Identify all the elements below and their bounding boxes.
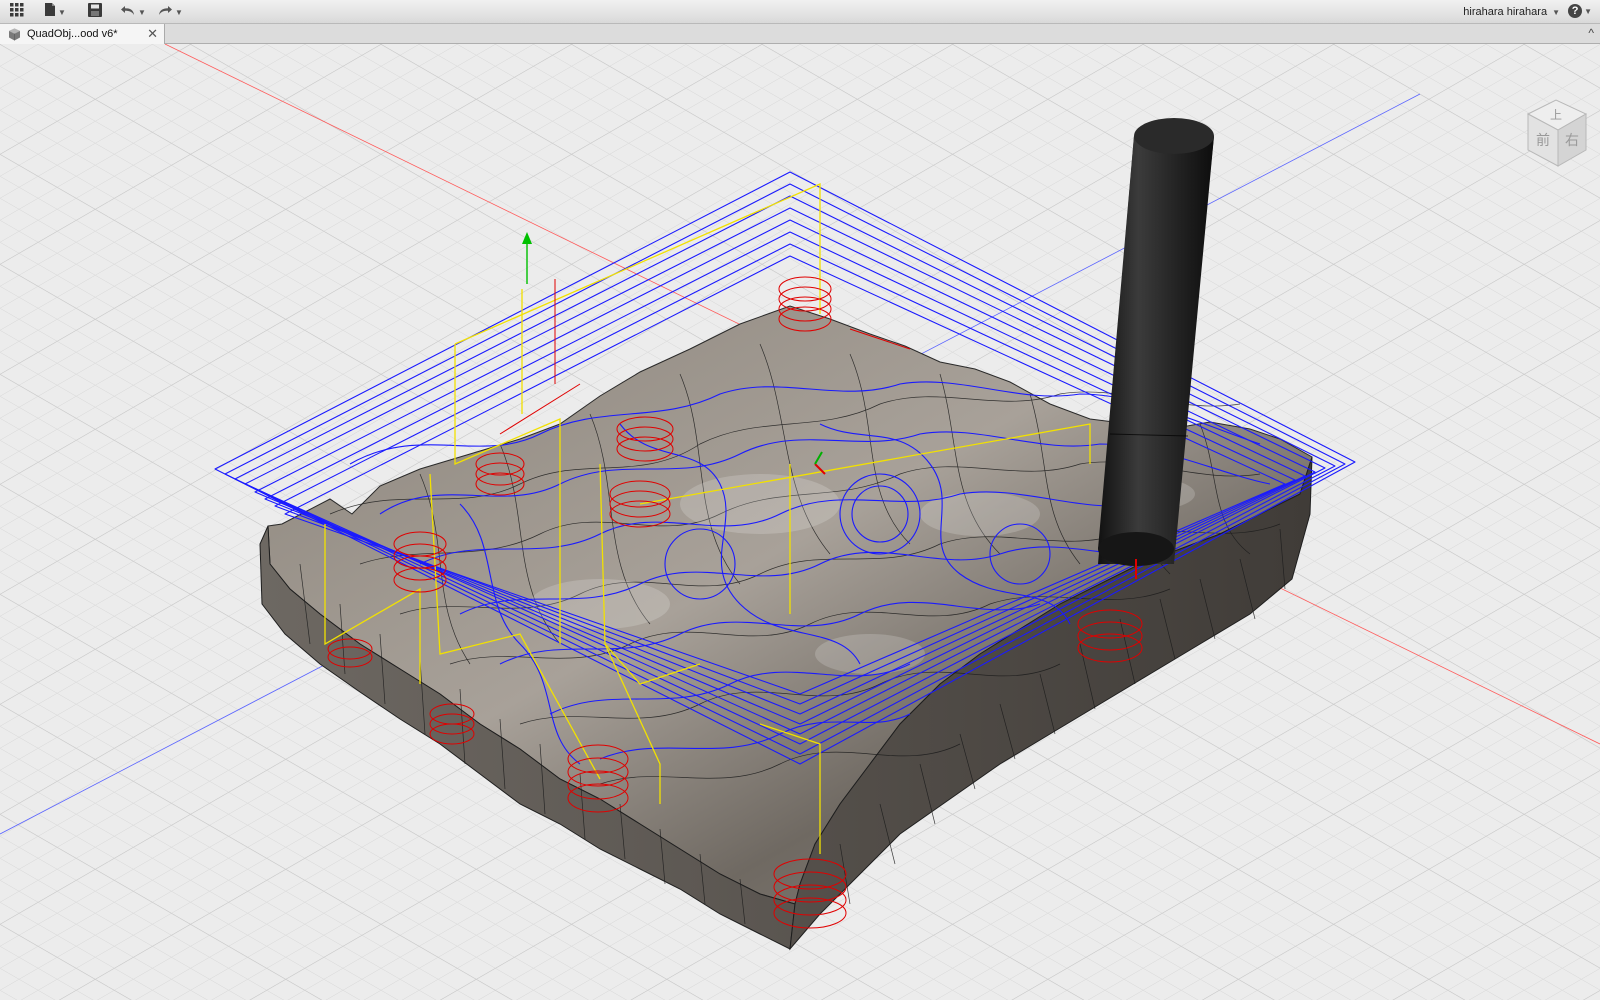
document-tab-bar: QuadObj...ood v6* ✕ ^ bbox=[0, 24, 1600, 44]
document-tab[interactable]: QuadObj...ood v6* ✕ bbox=[0, 24, 165, 44]
document-tab-label: QuadObj...ood v6* bbox=[27, 28, 118, 40]
chevron-down-icon: ▼ bbox=[1552, 7, 1560, 17]
save-button[interactable] bbox=[88, 2, 102, 22]
close-icon[interactable]: ✕ bbox=[147, 26, 158, 42]
chevron-down-icon: ▼ bbox=[138, 7, 146, 17]
save-icon bbox=[88, 2, 102, 22]
grid-icon bbox=[10, 2, 24, 22]
top-toolbar: ▼ ▼ ▼ hirahara hirahara ▼ ? ▼ bbox=[0, 0, 1600, 24]
viewcube-right-label[interactable]: 右 bbox=[1565, 133, 1579, 149]
chevron-down-icon: ▼ bbox=[1584, 6, 1592, 16]
user-menu[interactable]: hirahara hirahara ▼ bbox=[1463, 0, 1560, 24]
apps-button[interactable] bbox=[10, 2, 24, 22]
part-icon bbox=[8, 28, 21, 41]
undo-button[interactable]: ▼ bbox=[120, 3, 146, 21]
chevron-up-icon[interactable]: ^ bbox=[1588, 26, 1594, 40]
user-name: hirahara hirahara bbox=[1463, 6, 1548, 18]
chevron-down-icon: ▼ bbox=[58, 7, 66, 17]
3d-scene[interactable]: 上 前 右 bbox=[0, 44, 1600, 1000]
chevron-down-icon: ▼ bbox=[175, 7, 183, 17]
file-menu-button[interactable]: ▼ bbox=[44, 3, 66, 21]
3d-canvas[interactable]: 上 前 右 bbox=[0, 44, 1600, 1000]
file-icon bbox=[44, 2, 56, 22]
redo-icon bbox=[157, 3, 173, 21]
help-icon: ? bbox=[1568, 4, 1583, 18]
help-button[interactable]: ? ▼ bbox=[1568, 4, 1592, 18]
viewcube-front-label[interactable]: 前 bbox=[1536, 132, 1550, 149]
viewcube-top-label[interactable]: 上 bbox=[1550, 108, 1562, 122]
undo-icon bbox=[120, 3, 136, 21]
redo-button[interactable]: ▼ bbox=[157, 3, 183, 21]
